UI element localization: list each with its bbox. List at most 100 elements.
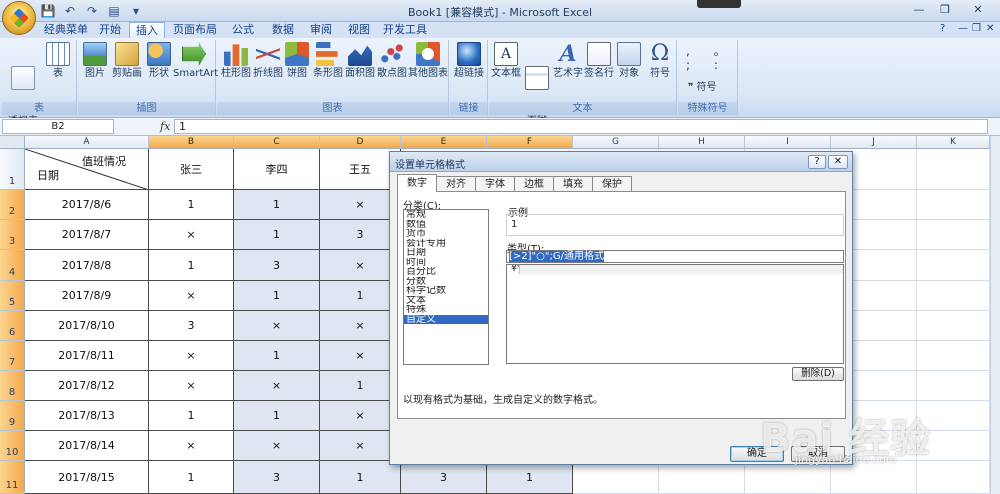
name-box[interactable]: B2: [2, 119, 114, 134]
tab-border[interactable]: 边框: [514, 176, 554, 192]
category-item[interactable]: 百分比: [404, 267, 488, 277]
row-header-8[interactable]: 8: [0, 371, 25, 401]
format-list[interactable]: ¥* 0!.0,"元"¥* #0.00,"万元"¥* #0.00,"千元"#,#…: [506, 264, 844, 364]
name-header-cell[interactable]: 张三: [149, 149, 234, 190]
value-cell[interactable]: 1: [149, 250, 234, 281]
value-cell[interactable]: ×: [149, 281, 234, 311]
tab-classic-menu[interactable]: 经典菜单: [40, 22, 92, 38]
other-charts-button[interactable]: 其他图表: [408, 42, 448, 80]
date-cell[interactable]: 2017/8/8: [25, 250, 149, 281]
value-cell[interactable]: ×: [149, 431, 234, 461]
tab-page-layout[interactable]: 页面布局: [168, 22, 222, 38]
vertical-scrollbar[interactable]: [990, 136, 1000, 494]
row-header-4[interactable]: 4: [0, 250, 25, 281]
minimize-button[interactable]: —: [906, 1, 932, 19]
value-cell[interactable]: ×: [234, 431, 320, 461]
value-cell[interactable]: 1: [234, 281, 320, 311]
value-cell[interactable]: ×: [234, 371, 320, 401]
date-cell[interactable]: 2017/8/9: [25, 281, 149, 311]
row-header-1[interactable]: 1: [0, 149, 25, 190]
format-list-scrollbar[interactable]: [519, 265, 843, 274]
column-header-g[interactable]: G: [573, 136, 659, 149]
category-item[interactable]: 会计专用: [404, 239, 488, 249]
smartart-button[interactable]: SmartArt: [173, 42, 218, 80]
tab-fill[interactable]: 填充: [553, 176, 593, 192]
value-cell[interactable]: 1: [149, 401, 234, 431]
line-chart-button[interactable]: 折线图: [252, 42, 284, 80]
category-item[interactable]: 自定义: [404, 314, 488, 324]
help-icon[interactable]: ?: [940, 23, 945, 34]
row-header-3[interactable]: 3: [0, 220, 25, 250]
empty-cell[interactable]: [917, 311, 990, 341]
value-cell[interactable]: 1: [234, 401, 320, 431]
tab-data[interactable]: 数据: [264, 22, 302, 38]
empty-cell[interactable]: [917, 371, 990, 401]
type-input[interactable]: [>2]"○";G/通用格式: [506, 250, 844, 263]
value-cell[interactable]: 3: [234, 461, 320, 494]
date-cell[interactable]: 2017/8/12: [25, 371, 149, 401]
tab-home[interactable]: 开始: [92, 22, 128, 38]
empty-cell[interactable]: [917, 281, 990, 311]
empty-cell[interactable]: [573, 461, 659, 494]
tab-view[interactable]: 视图: [340, 22, 378, 38]
column-header-d[interactable]: D: [320, 136, 401, 149]
textbox-button[interactable]: A 文本框: [491, 42, 521, 80]
shapes-button[interactable]: 形状: [146, 42, 172, 80]
value-cell[interactable]: ×: [149, 220, 234, 250]
special-symbol-dropdown[interactable]: ❞ 符号: [688, 78, 717, 93]
insert-function-icon[interactable]: fx: [160, 120, 170, 133]
value-cell[interactable]: ×: [234, 311, 320, 341]
tab-alignment[interactable]: 对齐: [436, 176, 476, 192]
hyperlink-button[interactable]: 超链接: [452, 42, 486, 80]
special-symbols-grid[interactable]: , 。 ; :: [686, 44, 736, 72]
column-header-a[interactable]: A: [25, 136, 149, 149]
doc-restore-button[interactable]: ❐: [972, 23, 981, 34]
clipart-button[interactable]: 剪贴画: [110, 42, 144, 80]
category-item[interactable]: 数值: [404, 220, 488, 230]
date-cell[interactable]: 2017/8/15: [25, 461, 149, 494]
value-cell[interactable]: ×: [149, 371, 234, 401]
row-header-2[interactable]: 2: [0, 190, 25, 220]
category-item[interactable]: 科学记数: [404, 286, 488, 296]
column-header-b[interactable]: B: [149, 136, 234, 149]
empty-cell[interactable]: [659, 461, 745, 494]
empty-cell[interactable]: [917, 190, 990, 220]
empty-cell[interactable]: [917, 341, 990, 371]
area-chart-button[interactable]: 面积图: [344, 42, 376, 80]
tab-developer[interactable]: 开发工具: [380, 22, 430, 38]
date-cell[interactable]: 2017/8/6: [25, 190, 149, 220]
empty-cell[interactable]: [917, 220, 990, 250]
column-header-j[interactable]: J: [831, 136, 917, 149]
bar-chart-button[interactable]: 条形图: [312, 42, 344, 80]
row-header-5[interactable]: 5: [0, 281, 25, 311]
value-cell[interactable]: 3: [149, 311, 234, 341]
tab-formulas[interactable]: 公式: [224, 22, 262, 38]
doc-minimize-button[interactable]: —: [958, 23, 968, 34]
date-cell[interactable]: 2017/8/11: [25, 341, 149, 371]
table-button[interactable]: 表: [44, 42, 72, 80]
symbol-button[interactable]: Ω 符号: [645, 42, 675, 80]
empty-cell[interactable]: [917, 250, 990, 281]
tab-font[interactable]: 字体: [475, 176, 515, 192]
scatter-chart-button[interactable]: 散点图: [376, 42, 408, 80]
column-header-h[interactable]: H: [659, 136, 745, 149]
category-list[interactable]: 常规 数值 货币 会计专用 日期 时间 百分比 分数 科学记数 文本 特殊 自定义: [403, 209, 489, 365]
close-button[interactable]: ✕: [958, 1, 998, 19]
delete-button[interactable]: 删除(D): [792, 367, 844, 381]
column-header-k[interactable]: K: [917, 136, 990, 149]
picture-button[interactable]: 图片: [82, 42, 108, 80]
column-chart-button[interactable]: 柱形图: [220, 42, 252, 80]
date-cell[interactable]: 2017/8/13: [25, 401, 149, 431]
value-cell[interactable]: 1: [234, 341, 320, 371]
row-header-7[interactable]: 7: [0, 341, 25, 371]
column-header-e[interactable]: E: [401, 136, 487, 149]
category-item[interactable]: 特殊: [404, 305, 488, 315]
name-header-cell[interactable]: 李四: [234, 149, 320, 190]
value-cell[interactable]: 1: [487, 461, 573, 494]
value-cell[interactable]: ×: [149, 341, 234, 371]
date-cell[interactable]: 2017/8/14: [25, 431, 149, 461]
empty-cell[interactable]: [917, 461, 990, 494]
value-cell[interactable]: 1: [234, 220, 320, 250]
value-cell[interactable]: 1: [234, 190, 320, 220]
category-item[interactable]: 日期: [404, 248, 488, 258]
